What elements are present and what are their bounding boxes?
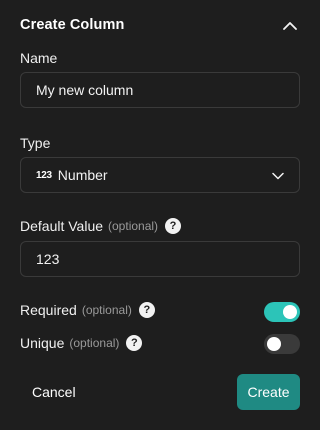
name-field[interactable]: [20, 72, 300, 108]
required-label-text: Required: [20, 302, 77, 318]
panel-header: Create Column: [20, 14, 300, 36]
create-column-panel: Create Column Name Type 123 Number Defau…: [0, 0, 320, 430]
type-select-text: Number: [57, 167, 108, 183]
optional-tag: (optional): [81, 303, 132, 317]
number-type-icon: 123: [36, 169, 52, 181]
unique-toggle[interactable]: [264, 334, 300, 354]
optional-tag: (optional): [69, 336, 120, 350]
required-toggle[interactable]: [264, 302, 300, 322]
help-icon[interactable]: ?: [138, 302, 155, 318]
unique-label-text: Unique: [20, 335, 65, 351]
create-button[interactable]: Create: [237, 374, 300, 410]
name-label-text: Name: [20, 50, 58, 66]
type-label: Type: [20, 135, 50, 151]
unique-label: Unique (optional) ?: [20, 335, 143, 351]
default-value-input[interactable]: [36, 251, 284, 267]
default-value-label-text: Default Value: [20, 218, 104, 234]
default-value-label: Default Value (optional) ?: [20, 218, 182, 234]
name-label: Name: [20, 50, 57, 66]
required-label: Required (optional) ?: [20, 302, 155, 318]
help-icon[interactable]: ?: [165, 218, 182, 234]
panel-title: Create Column: [20, 17, 125, 33]
type-label-text: Type: [20, 135, 51, 151]
optional-tag: (optional): [108, 219, 159, 233]
cancel-button[interactable]: Cancel: [20, 374, 88, 410]
chevron-up-icon[interactable]: [280, 15, 300, 35]
toggle-knob: [267, 337, 281, 351]
type-select-value: 123 Number: [36, 167, 108, 183]
help-icon[interactable]: ?: [126, 335, 143, 351]
chevron-down-icon: [272, 167, 284, 183]
type-select[interactable]: 123 Number: [20, 157, 300, 193]
name-input[interactable]: [36, 82, 284, 98]
default-value-field[interactable]: [20, 241, 300, 277]
toggle-knob: [283, 305, 297, 319]
